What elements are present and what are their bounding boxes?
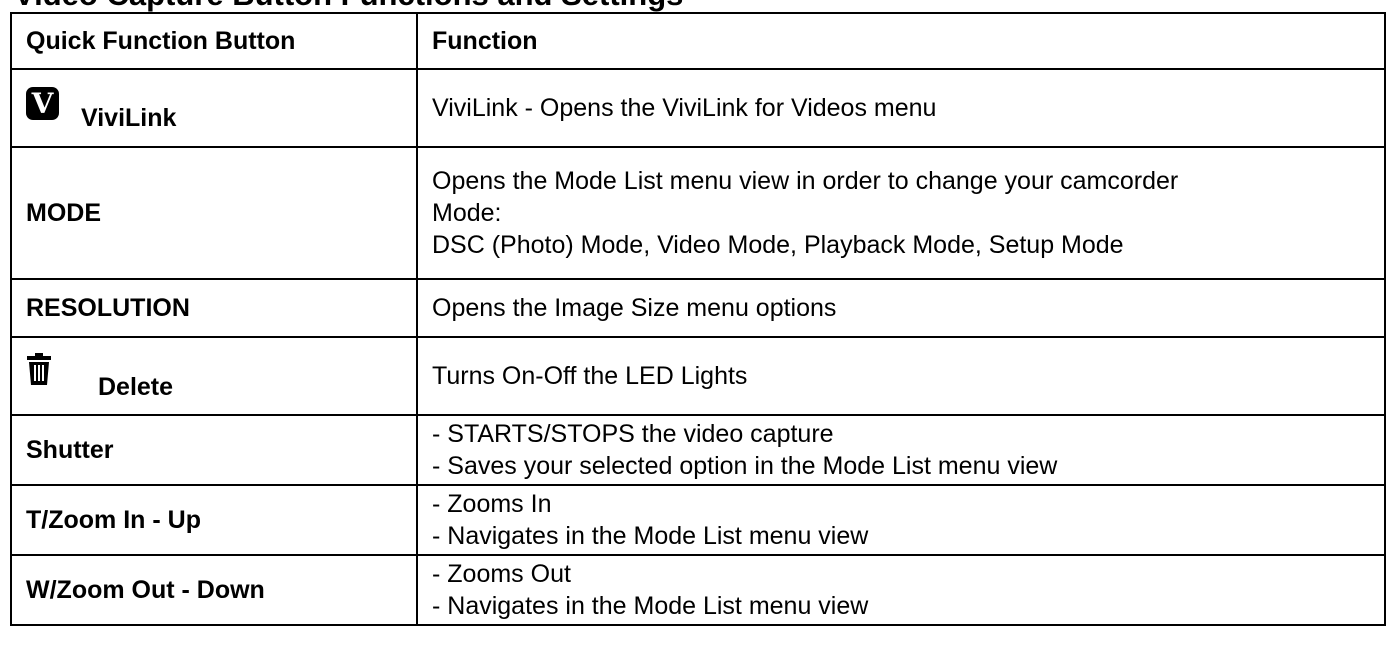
button-cell: Shutter [10, 414, 418, 486]
button-cell: W/Zoom Out - Down [10, 554, 418, 626]
function-cell: Turns On-Off the LED Lights [416, 336, 1386, 416]
function-cell: Opens the Image Size menu options [416, 278, 1386, 338]
table-row: W/Zoom Out - Down - Zooms Out - Navigate… [10, 554, 1386, 626]
function-cell: Opens the Mode List menu view in order t… [416, 146, 1386, 280]
table-row: T/Zoom In - Up - Zooms In - Navigates in… [10, 484, 1386, 556]
function-line: - Navigates in the Mode List menu view [432, 592, 869, 620]
function-cell: - Zooms In - Navigates in the Mode List … [416, 484, 1386, 556]
table-row: Delete Turns On-Off the LED Lights [10, 336, 1386, 416]
button-cell: MODE [10, 146, 418, 280]
table-row: RESOLUTION Opens the Image Size menu opt… [10, 278, 1386, 338]
function-cell: - STARTS/STOPS the video capture - Saves… [416, 414, 1386, 486]
table-row: Shutter - STARTS/STOPS the video capture… [10, 414, 1386, 486]
function-line: - STARTS/STOPS the video capture [432, 420, 834, 448]
table-row: V ViviLink ViviLink - Opens the ViviLink… [10, 68, 1386, 148]
button-cell: RESOLUTION [10, 278, 418, 338]
function-line: Opens the Mode List menu view in order t… [432, 167, 1179, 195]
button-name: Delete [98, 373, 174, 401]
function-line: - Saves your selected option in the Mode… [432, 452, 1058, 480]
function-line: ViviLink - Opens the ViviLink for Videos… [432, 94, 937, 122]
function-line: - Zooms Out [432, 560, 571, 588]
table-row: MODE Opens the Mode List menu view in or… [10, 146, 1386, 280]
vivilink-v-icon: V [26, 86, 59, 120]
button-function-table: Quick Function Button Function V ViviLin… [10, 12, 1386, 626]
column-header-function: Function [416, 12, 1386, 70]
button-cell: Delete [10, 336, 418, 416]
section-heading: Video Capture Button Functions and Setti… [14, 0, 683, 12]
function-line: - Zooms In [432, 490, 552, 518]
function-line: Opens the Image Size menu options [432, 294, 837, 322]
function-line: Mode: [432, 199, 502, 227]
function-cell: - Zooms Out - Navigates in the Mode List… [416, 554, 1386, 626]
function-line: - Navigates in the Mode List menu view [432, 522, 869, 550]
function-cell: ViviLink - Opens the ViviLink for Videos… [416, 68, 1386, 148]
trash-icon [26, 353, 52, 385]
button-name: ViviLink [81, 103, 177, 132]
table-header-row: Quick Function Button Function [10, 12, 1386, 70]
button-cell: V ViviLink [10, 68, 418, 148]
column-header-button: Quick Function Button [10, 12, 418, 70]
button-cell: T/Zoom In - Up [10, 484, 418, 556]
function-line: DSC (Photo) Mode, Video Mode, Playback M… [432, 231, 1124, 259]
function-line: Turns On-Off the LED Lights [432, 362, 748, 390]
